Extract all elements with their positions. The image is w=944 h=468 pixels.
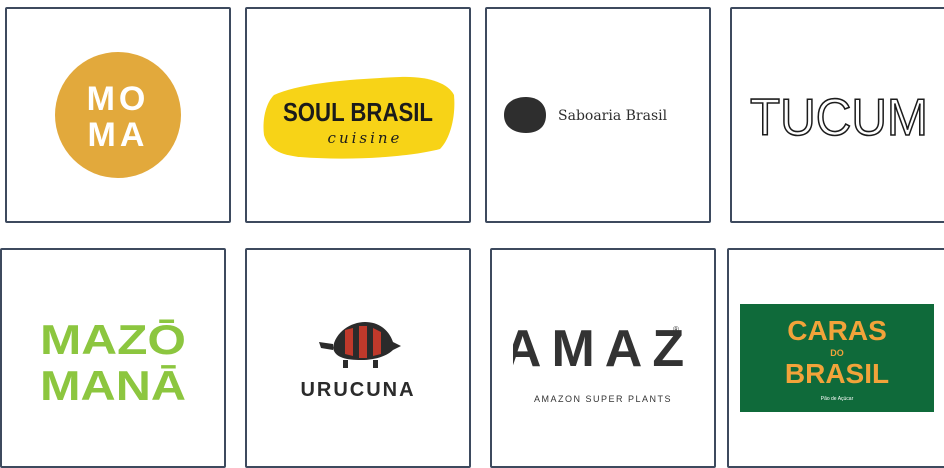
logo-card-caras-do-brasil[interactable]: CARAS DO BRASIL Pão de Açúcar	[727, 248, 944, 468]
urucuna-logo: URUCUNA	[300, 322, 415, 401]
moma-logo: MO MA	[55, 52, 181, 178]
soul-brasil-script: cuisine	[328, 129, 403, 147]
caras-line2: BRASIL	[784, 358, 888, 389]
logo-card-mazo-mana[interactable]: MAZŌ MANĀ	[0, 248, 226, 468]
mazo-line1: MAZŌ	[40, 316, 186, 363]
saboaria-logo: Saboaria Brasil	[504, 97, 668, 133]
caras-footer: Pão de Açúcar	[820, 396, 853, 402]
urucuna-text: URUCUNA	[300, 379, 415, 401]
soul-brasil-main: SOUL BRASIL	[283, 97, 433, 127]
saboaria-text: Saboaria Brasil	[558, 108, 668, 124]
mazo-line2: MANĀ	[40, 362, 186, 408]
mazo-mana-logo: MAZŌ MANĀ	[40, 316, 186, 408]
amaz-tagline: AMAZON SUPER PLANTS	[534, 394, 672, 404]
tucum-text: TUCUM	[750, 89, 928, 145]
caras-small: DO	[830, 348, 844, 358]
logo-card-urucuna[interactable]: URUCUNA	[245, 248, 471, 468]
soul-brasil-logo: SOUL BRASIL cuisine	[263, 76, 455, 159]
logo-card-moma[interactable]: MO MA	[5, 7, 231, 223]
caras-do-brasil-logo: CARAS DO BRASIL Pão de Açúcar	[739, 304, 934, 412]
tucum-logo: TUCUM	[750, 88, 929, 145]
caras-line1: CARAS	[787, 315, 887, 346]
moma-line1: MO	[87, 80, 150, 118]
logo-card-tucum[interactable]: TUCUM	[730, 7, 944, 223]
amaz-logo: AMAZ ® AMAZON SUPER PLANTS	[513, 320, 693, 404]
logo-card-amaz[interactable]: AMAZ ® AMAZON SUPER PLANTS	[490, 248, 716, 468]
logo-card-saboaria-brasil[interactable]: Saboaria Brasil	[485, 7, 711, 223]
amaz-reg: ®	[673, 325, 679, 334]
moma-line2: MA	[88, 116, 149, 154]
logo-card-soul-brasil[interactable]: SOUL BRASIL cuisine	[245, 7, 471, 223]
armadillo-icon	[319, 322, 401, 368]
soap-icon	[504, 97, 546, 133]
amaz-main: AMAZ	[513, 320, 693, 378]
